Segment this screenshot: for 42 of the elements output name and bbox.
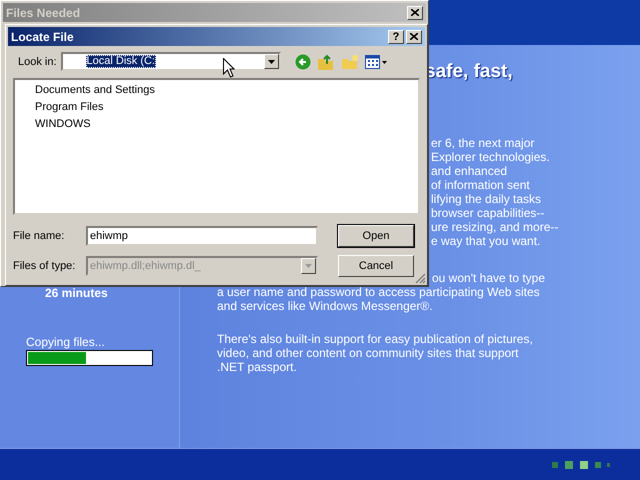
paragraph-line: video, and other content on community sites that support [217,346,519,360]
field-label: Files of type: [12,260,76,272]
paragraph-line: There's also built-in support for easy publication of pictures, [217,332,533,346]
cancel-button[interactable]: Cancel [338,255,414,277]
progress-dots-icon [552,460,610,468]
paragraph-line: .NET passport. [217,360,297,374]
time-remaining: 26 minutes [45,286,108,300]
field-label: Look in: [18,56,57,68]
dialog-title: Locate File [11,30,75,44]
field-label: File name: [12,230,66,242]
paragraph-line: and enhanced [431,164,508,178]
paragraph-line: a user name and password to access participating Web sites [217,285,540,299]
close-button[interactable] [407,6,423,20]
folder-item[interactable]: Documents and Settings [33,82,157,99]
status-text: Copying files... [26,335,105,349]
close-icon [411,9,419,16]
paragraph-line: browser capabilities-- [431,206,546,220]
close-icon [410,33,418,40]
paragraph-line: ou won't have to type [432,271,546,285]
heading: safe, fast, [425,60,513,84]
selected-value: Local Disk (C: [86,55,156,68]
paragraph-line: er 6, the next major [431,136,536,150]
caret-icon [305,264,312,268]
back-icon[interactable] [294,54,311,70]
resize-grip-icon[interactable] [415,273,426,284]
caret-icon [268,60,275,64]
folder-item[interactable]: WINDOWS [33,116,93,133]
folder-item[interactable]: Program Files [33,99,106,116]
paragraph-line: Explorer technologies. [431,150,551,164]
help-button[interactable]: ? [388,30,404,44]
paragraph-line: e way that you want. [431,234,542,248]
views-icon[interactable] [364,54,387,68]
paragraph-line: ure resizing, and more-- [431,220,560,234]
paragraph-line: lifying the daily tasks [431,192,542,206]
window-title: Files Needed [6,6,82,20]
up-folder-icon[interactable] [316,54,335,70]
look-in-dropdown[interactable]: Local Disk (C: [60,52,281,71]
paragraph-line: of information sent [431,178,531,192]
close-button[interactable] [406,30,422,44]
paragraph-line: and services like Windows Messenger®. [217,299,433,313]
open-button[interactable]: Open [338,225,414,247]
file-name-field[interactable]: ehiwmp [86,226,318,246]
